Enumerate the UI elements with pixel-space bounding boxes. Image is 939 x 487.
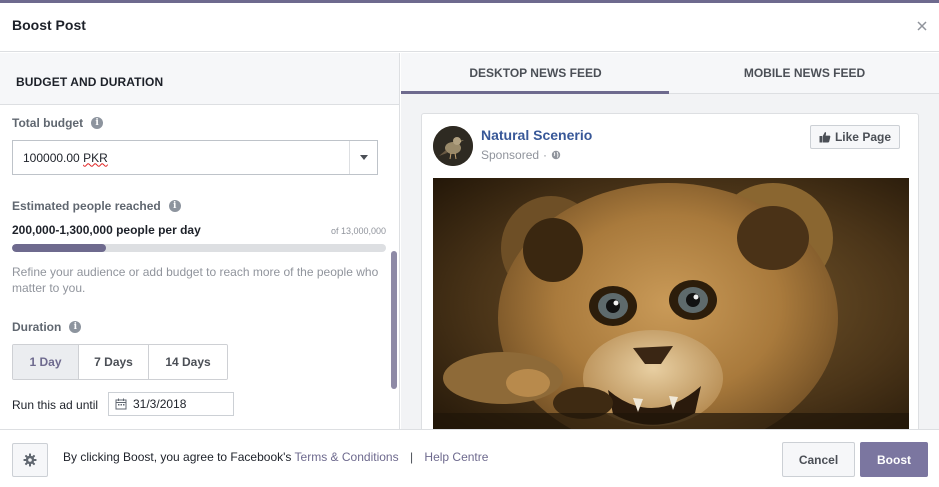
tab-mobile-news-feed[interactable]: MOBILE NEWS FEED xyxy=(670,53,939,93)
sponsored-label: Sponsored · xyxy=(481,148,561,162)
page-name-link[interactable]: Natural Scenerio xyxy=(481,127,592,143)
info-icon[interactable]: i xyxy=(91,117,104,129)
run-until-label: Run this ad until xyxy=(12,398,99,412)
duration-1-day-button[interactable]: 1 Day xyxy=(13,345,79,379)
end-date-value: 31/3/2018 xyxy=(133,397,187,411)
budget-panel: BUDGET AND DURATION Total budget i 10000… xyxy=(0,53,400,429)
calendar-icon xyxy=(115,398,127,410)
boost-post-dialog: Boost Post BUDGET AND DURATION Total bud… xyxy=(0,0,939,487)
total-budget-label: Total budget i xyxy=(12,116,104,130)
reach-summary: 200,000-1,300,000 people per day of 13,0… xyxy=(12,223,386,237)
tab-desktop-news-feed[interactable]: DESKTOP NEWS FEED xyxy=(401,53,670,94)
budget-currency: PKR xyxy=(83,150,108,165)
close-icon[interactable] xyxy=(915,19,929,33)
dialog-footer: By clicking Boost, you agree to Facebook… xyxy=(0,429,939,487)
preview-tabs: DESKTOP NEWS FEED MOBILE NEWS FEED xyxy=(401,53,939,94)
avatar[interactable] xyxy=(433,126,473,166)
total-budget-select[interactable]: 100000.00 PKR xyxy=(12,140,378,175)
chevron-down-icon xyxy=(359,155,368,160)
bird-avatar-icon xyxy=(433,126,473,166)
dialog-header: Boost Post xyxy=(0,3,939,52)
budget-dropdown-button[interactable] xyxy=(349,141,377,174)
boost-button[interactable]: Boost xyxy=(860,442,928,477)
panel-scrollbar[interactable] xyxy=(391,251,397,389)
help-centre-link[interactable]: Help Centre xyxy=(424,450,488,464)
lion-cub-photo xyxy=(433,178,909,429)
settings-button[interactable] xyxy=(12,443,48,477)
reach-progress-bar xyxy=(12,244,386,252)
terms-text: By clicking Boost, you agree to Facebook… xyxy=(63,450,489,464)
duration-label: Duration i xyxy=(12,320,82,334)
gear-icon xyxy=(23,453,37,467)
globe-icon xyxy=(551,150,561,160)
info-icon[interactable]: i xyxy=(168,200,181,212)
like-page-button[interactable]: Like Page xyxy=(809,125,900,149)
section-title: BUDGET AND DURATION xyxy=(0,53,399,105)
reach-hint: Refine your audience or add budget to re… xyxy=(12,265,379,295)
reach-progress-fill xyxy=(12,244,106,252)
duration-14-days-button[interactable]: 14 Days xyxy=(149,345,227,379)
reach-label: Estimated people reached i xyxy=(12,199,181,213)
budget-value[interactable]: 100000.00 PKR xyxy=(13,151,349,165)
ad-preview-panel: DESKTOP NEWS FEED MOBILE NEWS FEED Natur… xyxy=(401,53,939,429)
terms-conditions-link[interactable]: Terms & Conditions xyxy=(295,450,399,464)
post-preview-card: Natural Scenerio Sponsored · Like Page xyxy=(421,113,919,429)
duration-7-days-button[interactable]: 7 Days xyxy=(79,345,149,379)
cancel-button[interactable]: Cancel xyxy=(782,442,855,477)
thumbs-up-icon xyxy=(819,132,831,143)
duration-selector: 1 Day 7 Days 14 Days xyxy=(12,344,228,380)
end-date-input[interactable]: 31/3/2018 xyxy=(108,392,234,416)
dialog-title: Boost Post xyxy=(12,17,86,33)
reach-total: of 13,000,000 xyxy=(330,226,386,236)
post-image-lion-cub xyxy=(433,178,909,429)
info-icon[interactable]: i xyxy=(69,321,82,333)
reach-range: 200,000-1,300,000 people per day xyxy=(12,223,201,237)
